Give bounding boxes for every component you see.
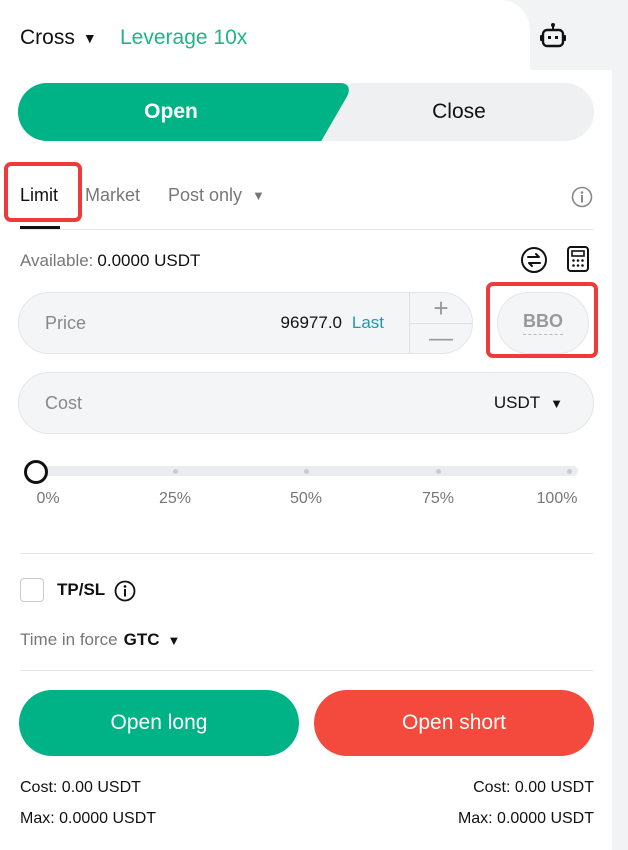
section-divider <box>20 670 594 671</box>
caret-down-icon: ▼ <box>167 632 181 648</box>
slider-tick-100[interactable]: 100% <box>527 490 587 508</box>
calculator-icon[interactable] <box>566 245 590 273</box>
robot-icon[interactable] <box>538 22 568 52</box>
open-close-toggle: Open Close <box>18 83 594 141</box>
tabs-divider <box>20 229 594 230</box>
cost-unit-label: USDT <box>493 393 541 412</box>
slider-step-dot <box>567 469 572 474</box>
transfer-icon[interactable] <box>520 246 548 274</box>
caret-down-icon: ▼ <box>82 30 97 46</box>
available-label: Available: <box>20 251 94 270</box>
highlight-box-bbo <box>486 282 598 358</box>
price-input[interactable]: Price 96977.0 Last + — <box>18 292 473 354</box>
slider-step-dot <box>304 469 309 474</box>
available-balance: Available: 0.0000 USDT <box>20 250 200 272</box>
time-in-force-dropdown[interactable]: Time in force GTC ▼ <box>20 628 180 652</box>
price-value[interactable]: 96977.0 <box>281 293 342 353</box>
available-value: 0.0000 USDT <box>97 251 201 270</box>
info-icon[interactable] <box>114 580 136 602</box>
long-cost: Cost: 0.00 USDT <box>20 779 141 796</box>
cost-unit-dropdown[interactable]: USDT ▼ <box>494 373 563 433</box>
order-type-market[interactable]: Market <box>85 180 140 210</box>
slider-step-dot <box>436 469 441 474</box>
tpsl-label[interactable]: TP/SL <box>57 580 105 600</box>
time-in-force-value: GTC <box>123 630 160 649</box>
section-divider <box>20 553 594 554</box>
short-max: Max: 0.0000 USDT <box>457 810 594 827</box>
price-increment-button[interactable]: + <box>410 293 472 323</box>
info-icon[interactable] <box>571 186 593 208</box>
cost-input[interactable]: Cost USDT ▼ <box>18 372 594 434</box>
leverage-button[interactable]: Leverage 10x <box>120 24 247 52</box>
slider-tick-75[interactable]: 75% <box>408 490 468 508</box>
slider-tick-25[interactable]: 25% <box>145 490 205 508</box>
short-cost: Cost: 0.00 USDT <box>473 779 594 796</box>
order-type-post-only[interactable]: Post only ▼ <box>168 180 265 210</box>
slider-step-dot <box>173 469 178 474</box>
caret-down-icon: ▼ <box>550 395 563 411</box>
time-in-force-label: Time in force <box>20 630 118 649</box>
tab-close[interactable]: Close <box>324 83 594 141</box>
price-label: Price <box>45 312 87 333</box>
highlight-box-limit <box>4 162 82 222</box>
margin-mode-dropdown[interactable]: Cross ▼ <box>20 24 97 52</box>
margin-mode-label: Cross <box>20 26 75 49</box>
slider-tick-0[interactable]: 0% <box>18 490 78 508</box>
slider-tick-50[interactable]: 50% <box>276 490 336 508</box>
last-price-button[interactable]: Last <box>352 293 384 353</box>
cost-label: Cost <box>45 392 83 413</box>
caret-down-icon: ▼ <box>252 187 265 203</box>
tab-open[interactable]: Open <box>18 83 324 141</box>
post-only-label: Post only <box>168 184 243 205</box>
long-max: Max: 0.0000 USDT <box>20 810 157 827</box>
open-long-button[interactable]: Open long <box>19 690 299 756</box>
open-short-button[interactable]: Open short <box>314 690 594 756</box>
tpsl-checkbox[interactable] <box>20 578 44 602</box>
slider-handle[interactable] <box>24 460 48 484</box>
price-decrement-button[interactable]: — <box>410 324 472 353</box>
